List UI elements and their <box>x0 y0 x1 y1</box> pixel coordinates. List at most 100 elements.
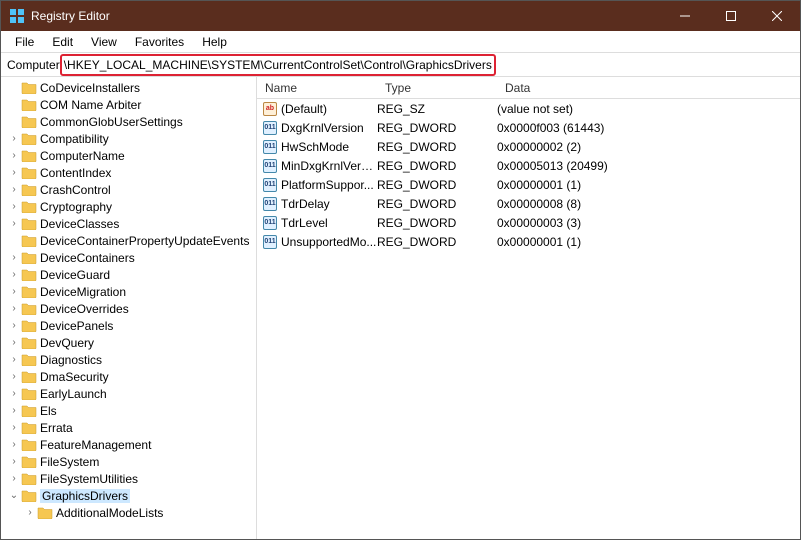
expand-icon[interactable]: › <box>7 354 21 365</box>
tree-node[interactable]: › EarlyLaunch <box>1 385 256 402</box>
list-row[interactable]: 011TdrDelayREG_DWORD0x00000008 (8) <box>257 194 800 213</box>
list-view[interactable]: Name Type Data ab(Default)REG_SZ(value n… <box>257 77 800 539</box>
tree-node[interactable]: COM Name Arbiter <box>1 96 256 113</box>
tree-label: DeviceOverrides <box>40 302 129 316</box>
cell-name: (Default) <box>281 102 377 116</box>
menu-view[interactable]: View <box>83 33 125 51</box>
cell-data: 0x00000002 (2) <box>497 140 800 154</box>
expand-icon[interactable]: › <box>7 286 21 297</box>
cell-name: TdrLevel <box>281 216 377 230</box>
expand-icon[interactable]: › <box>7 201 21 212</box>
tree-label: FileSystemUtilities <box>40 472 138 486</box>
expand-icon[interactable]: › <box>7 439 21 450</box>
cell-data: 0x00005013 (20499) <box>497 159 800 173</box>
tree-label: DeviceContainers <box>40 251 135 265</box>
tree-node[interactable]: › DeviceOverrides <box>1 300 256 317</box>
tree-node[interactable]: ⌄GraphicsDrivers <box>1 487 256 504</box>
tree-label: FeatureManagement <box>40 438 151 452</box>
tree-label: DeviceGuard <box>40 268 110 282</box>
expand-icon[interactable]: › <box>7 388 21 399</box>
list-row[interactable]: 011HwSchModeREG_DWORD0x00000002 (2) <box>257 137 800 156</box>
tree-node[interactable]: ›Diagnostics <box>1 351 256 368</box>
tree-node[interactable]: › FileSystemUtilities <box>1 470 256 487</box>
menu-edit[interactable]: Edit <box>44 33 81 51</box>
cell-type: REG_DWORD <box>377 159 497 173</box>
list-row[interactable]: 011UnsupportedMo...REG_DWORD0x00000001 (… <box>257 232 800 251</box>
expand-icon[interactable]: › <box>7 371 21 382</box>
menu-help[interactable]: Help <box>194 33 235 51</box>
dword-icon: 011 <box>263 140 277 154</box>
expand-icon[interactable]: › <box>7 218 21 229</box>
menu-file[interactable]: File <box>7 33 42 51</box>
list-row[interactable]: 011DxgKrnlVersionREG_DWORD0x0000f003 (61… <box>257 118 800 137</box>
expand-icon[interactable]: › <box>7 184 21 195</box>
expand-icon[interactable]: › <box>7 456 21 467</box>
tree-node[interactable]: ›DevQuery <box>1 334 256 351</box>
expand-icon[interactable]: › <box>7 337 21 348</box>
tree-node[interactable]: › DeviceGuard <box>1 266 256 283</box>
col-data[interactable]: Data <box>497 81 800 95</box>
tree-node[interactable]: › DevicePanels <box>1 317 256 334</box>
address-bar: Computer \HKEY_LOCAL_MACHINE\SYSTEM\Curr… <box>1 53 800 77</box>
cell-type: REG_DWORD <box>377 197 497 211</box>
address-path[interactable]: \HKEY_LOCAL_MACHINE\SYSTEM\CurrentContro… <box>64 58 492 72</box>
close-button[interactable] <box>754 1 800 31</box>
tree-node[interactable]: ›ContentIndex <box>1 164 256 181</box>
tree-node[interactable]: CommonGlobUserSettings <box>1 113 256 130</box>
tree-node[interactable]: › Cryptography <box>1 198 256 215</box>
expand-icon[interactable]: › <box>7 269 21 280</box>
expand-icon[interactable]: › <box>7 320 21 331</box>
tree-node[interactable]: › DeviceContainers <box>1 249 256 266</box>
tree-node[interactable]: ›Els <box>1 402 256 419</box>
expand-icon[interactable]: ⌄ <box>7 490 21 501</box>
dword-icon: 011 <box>263 121 277 135</box>
titlebar[interactable]: Registry Editor <box>1 1 800 31</box>
tree-label: EarlyLaunch <box>40 387 107 401</box>
maximize-button[interactable] <box>708 1 754 31</box>
list-row[interactable]: 011MinDxgKrnlVersi...REG_DWORD0x00005013… <box>257 156 800 175</box>
cell-data: (value not set) <box>497 102 800 116</box>
cell-data: 0x00000008 (8) <box>497 197 800 211</box>
list-row[interactable]: 011PlatformSuppor...REG_DWORD0x00000001 … <box>257 175 800 194</box>
expand-icon[interactable]: › <box>7 405 21 416</box>
expand-icon[interactable]: › <box>7 473 21 484</box>
tree-node[interactable]: ›FileSystem <box>1 453 256 470</box>
minimize-button[interactable] <box>662 1 708 31</box>
tree-label: ComputerName <box>40 149 125 163</box>
tree-node[interactable]: ›AdditionalModeLists <box>1 504 256 521</box>
tree-node[interactable]: ›Errata <box>1 419 256 436</box>
tree-node[interactable]: CoDeviceInstallers <box>1 79 256 96</box>
tree-label: Cryptography <box>40 200 112 214</box>
tree-node[interactable]: › ComputerName <box>1 147 256 164</box>
expand-icon[interactable]: › <box>23 507 37 518</box>
tree-node[interactable]: DeviceContainerPropertyUpdateEvents <box>1 232 256 249</box>
tree-view[interactable]: CoDeviceInstallersCOM Name ArbiterCommon… <box>1 77 257 539</box>
address-highlight: \HKEY_LOCAL_MACHINE\SYSTEM\CurrentContro… <box>60 54 496 76</box>
dword-icon: 011 <box>263 178 277 192</box>
list-row[interactable]: 011TdrLevelREG_DWORD0x00000003 (3) <box>257 213 800 232</box>
expand-icon[interactable]: › <box>7 422 21 433</box>
cell-type: REG_DWORD <box>377 235 497 249</box>
tree-node[interactable]: ›Compatibility <box>1 130 256 147</box>
tree-label: CrashControl <box>40 183 111 197</box>
list-row[interactable]: ab(Default)REG_SZ(value not set) <box>257 99 800 118</box>
expand-icon[interactable]: › <box>7 303 21 314</box>
tree-node[interactable]: ›DmaSecurity <box>1 368 256 385</box>
expand-icon[interactable]: › <box>7 150 21 161</box>
tree-node[interactable]: ›DeviceClasses <box>1 215 256 232</box>
cell-data: 0x0000f003 (61443) <box>497 121 800 135</box>
menu-favorites[interactable]: Favorites <box>127 33 192 51</box>
expand-icon[interactable]: › <box>7 252 21 263</box>
dword-icon: 011 <box>263 235 277 249</box>
window-title: Registry Editor <box>31 9 662 23</box>
tree-node[interactable]: › FeatureManagement <box>1 436 256 453</box>
col-type[interactable]: Type <box>377 81 497 95</box>
expand-icon[interactable]: › <box>7 133 21 144</box>
tree-node[interactable]: › CrashControl <box>1 181 256 198</box>
tree-node[interactable]: ›DeviceMigration <box>1 283 256 300</box>
cell-name: TdrDelay <box>281 197 377 211</box>
app-icon <box>9 8 25 24</box>
tree-label: DevicePanels <box>40 319 113 333</box>
col-name[interactable]: Name <box>257 81 377 95</box>
expand-icon[interactable]: › <box>7 167 21 178</box>
